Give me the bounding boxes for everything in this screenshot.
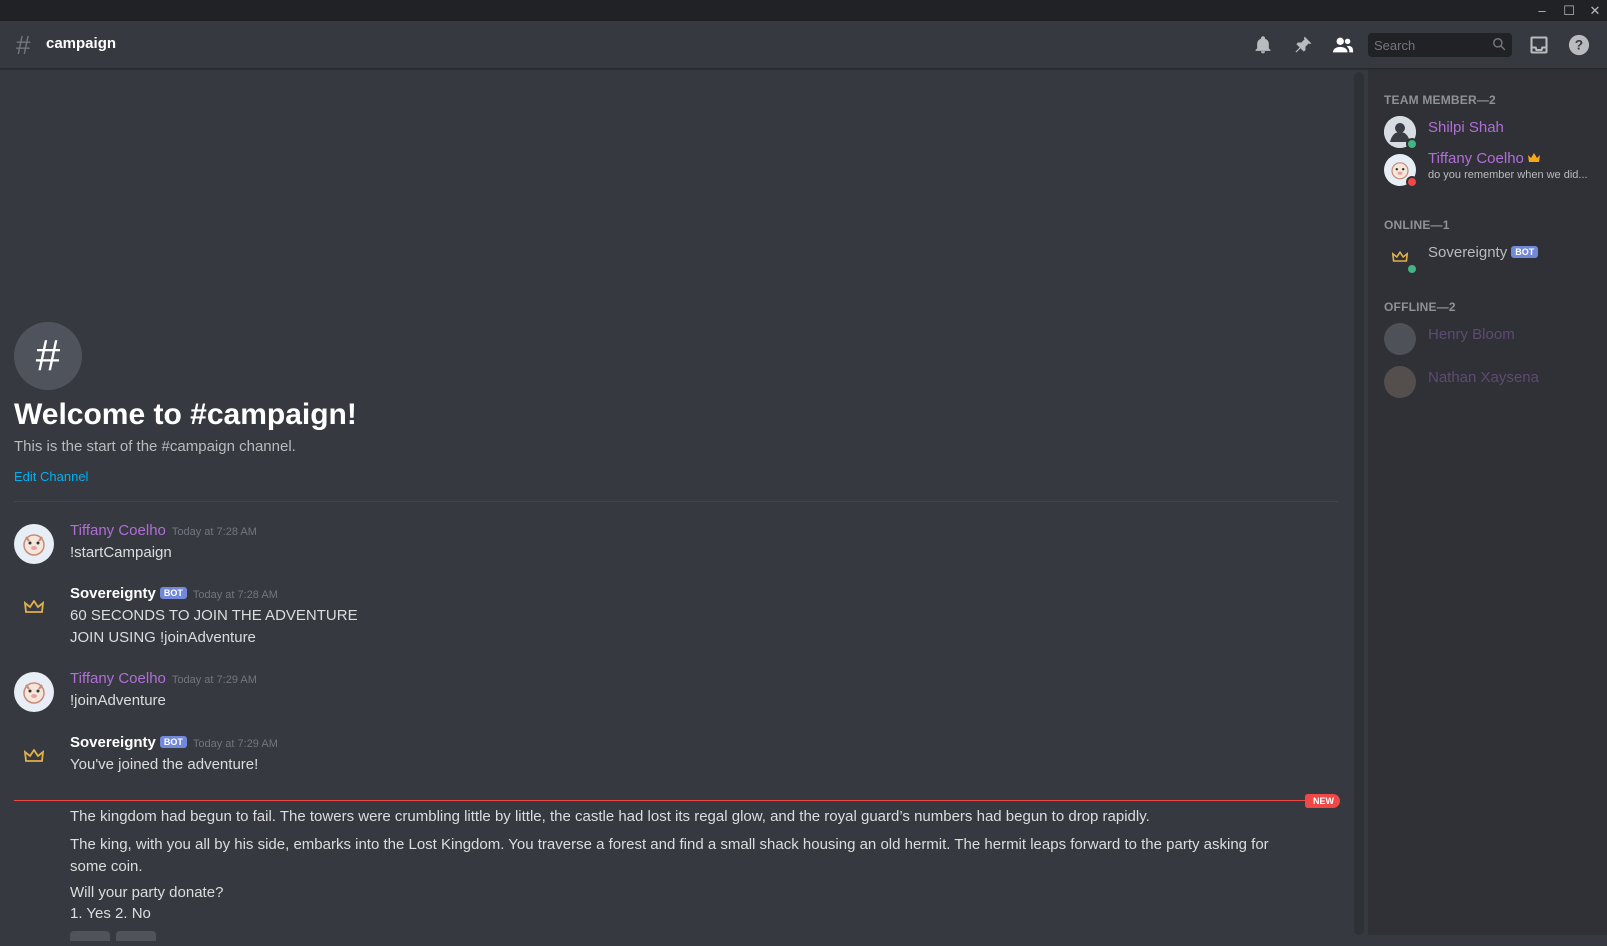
bot-badge: BOT bbox=[159, 736, 187, 748]
timestamp: Today at 7:29 AM bbox=[171, 674, 257, 686]
member-item[interactable]: Shilpi Shah bbox=[1384, 112, 1604, 152]
bell-icon[interactable] bbox=[1251, 33, 1275, 57]
new-messages-divider bbox=[14, 800, 1336, 801]
timestamp: Today at 7:29 AM bbox=[192, 738, 278, 750]
story-paragraph: The king, with you all by his side, emba… bbox=[70, 836, 1269, 853]
member-name: Tiffany Coelho bbox=[1428, 150, 1541, 167]
member-item[interactable]: Tiffany Coelho do you remember when we d… bbox=[1384, 150, 1604, 190]
story-question: Will your party donate? bbox=[70, 884, 224, 901]
member-name: Sovereignty BOT bbox=[1428, 244, 1539, 261]
window-titlebar: – ☐ ✕ bbox=[0, 0, 1607, 21]
search-box[interactable] bbox=[1368, 33, 1512, 57]
divider bbox=[14, 501, 1338, 502]
message-text: You've joined the adventure! bbox=[70, 756, 259, 773]
reaction-two[interactable] bbox=[116, 931, 156, 941]
channel-hash-icon: # bbox=[16, 30, 31, 60]
message-text: 60 SECONDS TO JOIN THE ADVENTURE bbox=[70, 607, 358, 624]
message-text: JOIN USING !joinAdventure bbox=[70, 629, 256, 646]
crown-icon bbox=[1528, 150, 1541, 167]
message-text: !joinAdventure bbox=[70, 692, 166, 709]
avatar bbox=[1384, 366, 1416, 398]
avatar bbox=[1384, 323, 1416, 355]
message-text: !startCampaign bbox=[70, 544, 172, 561]
member-activity: do you remember when we did... bbox=[1428, 169, 1588, 181]
pin-icon[interactable] bbox=[1291, 33, 1315, 57]
bot-badge: BOT bbox=[159, 587, 187, 599]
avatar[interactable] bbox=[14, 736, 54, 776]
story-paragraph: some coin. bbox=[70, 858, 143, 875]
edit-channel-link[interactable]: Edit Channel bbox=[14, 469, 88, 484]
new-badge: NEW bbox=[1305, 794, 1340, 808]
online-status-icon bbox=[1406, 263, 1418, 275]
member-name: Shilpi Shah bbox=[1428, 119, 1504, 136]
members-icon[interactable] bbox=[1331, 33, 1355, 57]
username[interactable]: Tiffany Coelho bbox=[70, 522, 166, 539]
reaction-one[interactable] bbox=[70, 931, 110, 941]
username[interactable]: Sovereignty bbox=[70, 734, 156, 751]
bot-badge: BOT bbox=[1511, 246, 1539, 258]
member-category-offline: OFFLINE—2 bbox=[1384, 300, 1456, 314]
close-button[interactable]: ✕ bbox=[1581, 0, 1607, 21]
svg-text:?: ? bbox=[1575, 38, 1583, 53]
minimize-button[interactable]: – bbox=[1528, 0, 1556, 21]
search-input[interactable] bbox=[1368, 33, 1486, 57]
username[interactable]: Tiffany Coelho bbox=[70, 670, 166, 687]
help-icon[interactable]: ? bbox=[1567, 33, 1591, 57]
search-icon bbox=[1492, 37, 1506, 56]
dnd-status-icon bbox=[1406, 176, 1418, 188]
avatar[interactable] bbox=[14, 587, 54, 627]
member-item[interactable]: Henry Bloom bbox=[1384, 319, 1604, 359]
channel-hash-large-icon: # bbox=[14, 322, 82, 390]
member-category-team: TEAM MEMBER—2 bbox=[1384, 93, 1496, 107]
avatar[interactable] bbox=[14, 672, 54, 712]
username[interactable]: Sovereignty bbox=[70, 585, 156, 602]
member-list: TEAM MEMBER—2 Shilpi Shah Tiffany Coelho… bbox=[1368, 70, 1607, 935]
member-name: Nathan Xaysena bbox=[1428, 369, 1539, 386]
welcome-subtitle: This is the start of the #campaign chann… bbox=[14, 438, 296, 455]
inbox-icon[interactable] bbox=[1527, 33, 1551, 57]
reactions bbox=[70, 928, 162, 946]
story-paragraph: The kingdom had begun to fail. The tower… bbox=[70, 808, 1150, 825]
member-item[interactable]: Sovereignty BOT bbox=[1384, 237, 1604, 277]
member-item[interactable]: Nathan Xaysena bbox=[1384, 362, 1604, 402]
timestamp: Today at 7:28 AM bbox=[192, 589, 278, 601]
channel-header: # campaign ? bbox=[0, 21, 1607, 69]
welcome-title: Welcome to #campaign! bbox=[14, 398, 357, 431]
story-options: 1. Yes 2. No bbox=[70, 905, 151, 922]
online-status-icon bbox=[1406, 138, 1418, 150]
channel-title: campaign bbox=[46, 35, 117, 52]
maximize-button[interactable]: ☐ bbox=[1555, 0, 1583, 21]
member-name: Henry Bloom bbox=[1428, 326, 1515, 343]
chat-scrollbar[interactable] bbox=[1354, 72, 1364, 935]
member-category-online: ONLINE—1 bbox=[1384, 218, 1450, 232]
avatar[interactable] bbox=[14, 524, 54, 564]
timestamp: Today at 7:28 AM bbox=[171, 526, 257, 538]
